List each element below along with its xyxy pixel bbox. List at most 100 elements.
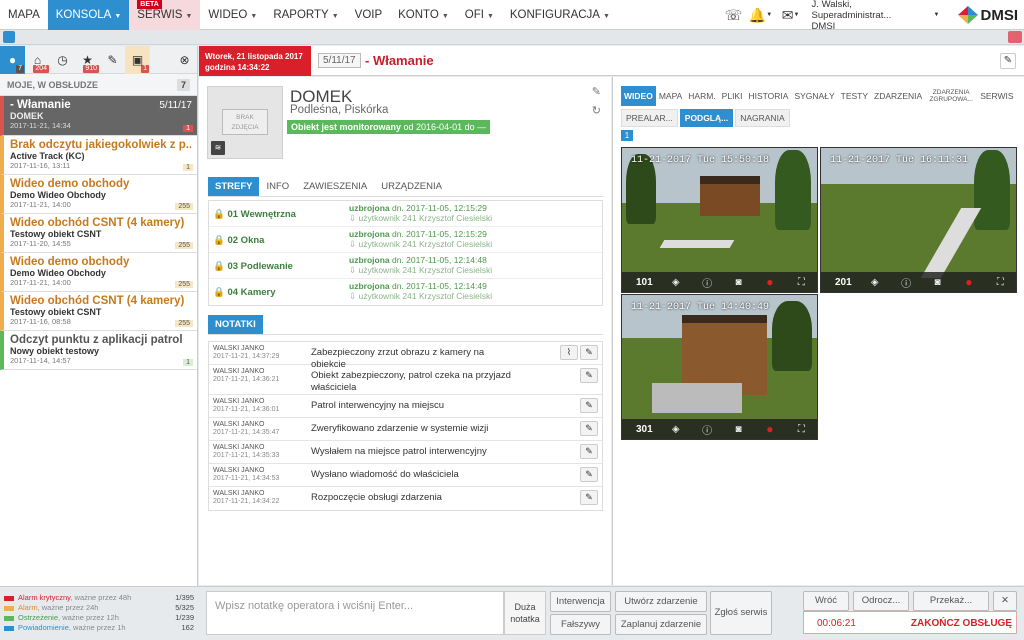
pencil-icon[interactable]: ✎ bbox=[580, 490, 598, 505]
falszywy-button[interactable]: Fałszywy bbox=[550, 614, 611, 635]
defer-button[interactable]: Odrocz... bbox=[853, 591, 909, 611]
nav-ofi[interactable]: OFI ▼ bbox=[457, 0, 502, 30]
pencil-icon[interactable]: ✎ bbox=[580, 444, 598, 459]
nav-konsola[interactable]: KONSOLA ▼ bbox=[47, 0, 130, 30]
mail-icon[interactable]: ✉ ▼ bbox=[776, 0, 806, 30]
pencil-icon[interactable]: ✎ bbox=[580, 398, 598, 413]
tab-zdarzenia[interactable]: ZDARZENIA bbox=[871, 86, 925, 106]
case-item[interactable]: Wideo obchód CSNT (4 kamery) Testowy obi… bbox=[0, 214, 197, 253]
info-icon[interactable]: ⓘ bbox=[890, 275, 921, 290]
fullscreen-icon[interactable]: ⛶ bbox=[985, 277, 1016, 288]
subtab-nagrania[interactable]: NAGRANIA bbox=[735, 109, 790, 127]
car-icon[interactable]: ▣ 1 bbox=[125, 46, 150, 74]
record-icon[interactable]: ● bbox=[953, 275, 984, 289]
bell-icon[interactable]: 🔔 ▼ bbox=[746, 0, 776, 30]
pencil-icon[interactable]: ✎ bbox=[580, 345, 598, 360]
pencil-icon[interactable]: ✎ bbox=[592, 85, 601, 98]
tab-historia[interactable]: HISTORIA bbox=[745, 86, 791, 106]
case-item[interactable]: Odczyt punktu z aplikacji patrol Nowy ob… bbox=[0, 331, 197, 370]
big-note-button[interactable]: Duża notatka bbox=[504, 591, 546, 635]
info-icon[interactable]: ⓘ bbox=[691, 422, 722, 437]
case-item[interactable]: - Włamanie 5/11/17 DOMEK 2017-11-21, 14:… bbox=[0, 96, 197, 136]
legend-value: 1/239 bbox=[175, 613, 194, 622]
user-icon[interactable]: ● 7 bbox=[0, 46, 25, 74]
nav-raporty[interactable]: RAPORTY ▼ bbox=[265, 0, 346, 30]
finish-handling-button[interactable]: 00:06:21 ZAKOŃCZ OBSŁUGĘ bbox=[803, 611, 1017, 634]
nav-label: KONTO bbox=[398, 8, 439, 21]
note-date: 2017-11-21, 14:34:22 bbox=[213, 498, 280, 505]
case-item[interactable]: Brak odczytu jakiegokolwiek z p... Activ… bbox=[0, 136, 197, 175]
wrench-icon[interactable]: ✎ bbox=[100, 46, 125, 74]
case-object: Nowy obiekt testowy bbox=[10, 346, 100, 356]
layers-icon[interactable]: ◈ bbox=[660, 424, 691, 435]
subtab-prealarm[interactable]: PREALAR... bbox=[621, 109, 678, 127]
nav-voip[interactable]: VOIP bbox=[347, 0, 390, 30]
camera-view[interactable]: 11-21-2017 Tue 16:11:31 201 ◈ ⓘ ◙ ● ⛶ bbox=[820, 147, 1017, 293]
phone-icon[interactable]: ☏ bbox=[722, 0, 746, 30]
chevron-down-icon[interactable]: ▼ bbox=[934, 12, 940, 18]
fullscreen-icon[interactable]: ⛶ bbox=[786, 424, 817, 435]
user-menu[interactable]: J. Walski, Superadministrat... DMSI bbox=[812, 0, 932, 32]
tab-zdarzenia-zgrupowane[interactable]: ZDARZENIA ZGRUPOWA... bbox=[925, 86, 977, 106]
case-item[interactable]: Wideo demo obchody Demo Wideo Obchody 20… bbox=[0, 253, 197, 292]
pencil-icon[interactable]: ✎ bbox=[580, 421, 598, 436]
tab-zawieszenia[interactable]: ZAWIESZENIA bbox=[296, 177, 374, 196]
camera-view[interactable]: 11-21-2017 Tue 14:40:49 301 ◈ ⓘ ◙ ● ⛶ bbox=[621, 294, 818, 440]
zone-state: uzbrojona dn. 2017-11-05, 12:14:49 ⇩ użyt… bbox=[349, 281, 493, 301]
alarm-legend: Alarm krytyczny, ważne przez 48h 1/395 Al… bbox=[4, 593, 194, 633]
transfer-button[interactable]: Przekaż... bbox=[913, 591, 989, 611]
case-item[interactable]: Wideo demo obchody Demo Wideo Obchody 20… bbox=[0, 175, 197, 214]
report-service-button[interactable]: Zgłoś serwis bbox=[710, 591, 772, 635]
record-icon[interactable]: ● bbox=[754, 422, 785, 436]
pencil-icon[interactable]: ✎ bbox=[580, 368, 598, 383]
page-number[interactable]: 1 bbox=[621, 130, 633, 141]
back-button[interactable]: Wróć bbox=[803, 591, 849, 611]
settings-icon[interactable]: ⊗ bbox=[172, 46, 197, 74]
close-icon[interactable]: ✕ bbox=[993, 591, 1017, 611]
refresh-icon[interactable]: ↻ bbox=[592, 104, 601, 117]
note-input[interactable]: Wpisz notatkę operatora i wciśnij Enter.… bbox=[206, 591, 504, 635]
tab-urzadzenia[interactable]: URZĄDZENIA bbox=[374, 177, 449, 196]
camera-view[interactable]: 11-21-2017 Tue 15:50:18 101 ◈ ⓘ ◙ ● ⛶ bbox=[621, 147, 818, 293]
subtab-podglad[interactable]: PODGLĄ... bbox=[679, 109, 734, 127]
camera-icon[interactable]: ◙ bbox=[723, 277, 754, 288]
home-icon[interactable]: ⌂ 204 bbox=[25, 46, 50, 74]
login-icon[interactable] bbox=[3, 31, 15, 43]
layers-icon[interactable]: ◈ bbox=[660, 277, 691, 288]
tab-notatki[interactable]: NOTATKI bbox=[208, 315, 263, 334]
clock-icon[interactable]: ◷ bbox=[50, 46, 75, 74]
note-date: 2017-11-21, 14:36:21 bbox=[213, 376, 280, 383]
interwencja-button[interactable]: Interwencja bbox=[550, 591, 611, 612]
camera-icon[interactable]: ◙ bbox=[723, 424, 754, 435]
logout-icon[interactable] bbox=[1008, 31, 1022, 43]
layers-icon[interactable]: ◈ bbox=[859, 277, 890, 288]
info-icon[interactable]: ⓘ bbox=[691, 275, 722, 290]
tab-serwis[interactable]: SERWIS bbox=[977, 86, 1016, 106]
case-item[interactable]: Wideo obchód CSNT (4 kamery) Testowy obi… bbox=[0, 292, 197, 331]
event-time: godzina 14:34:22 bbox=[205, 63, 270, 72]
pencil-icon[interactable]: ✎ bbox=[580, 467, 598, 482]
create-event-button[interactable]: Utwórz zdarzenie bbox=[615, 591, 707, 612]
tab-mapa[interactable]: MAPA bbox=[656, 86, 685, 106]
pencil-icon[interactable]: ✎ bbox=[1000, 53, 1016, 69]
paperclip-icon[interactable]: ⌇ bbox=[560, 345, 578, 360]
tab-info[interactable]: INFO bbox=[259, 177, 296, 196]
fullscreen-icon[interactable]: ⛶ bbox=[786, 277, 817, 288]
tab-strefy[interactable]: STREFY bbox=[208, 177, 260, 196]
note-text: Wysłałem na miejsce patrol interwencyjny bbox=[311, 446, 487, 457]
camera-icon[interactable]: ◙ bbox=[922, 277, 953, 288]
tab-harm[interactable]: HARM. bbox=[685, 86, 718, 106]
tab-sygnaly[interactable]: SYGNAŁY bbox=[791, 86, 837, 106]
video-tabs: WIDEO MAPA HARM. PLIKI HISTORIA SYGNAŁY … bbox=[621, 86, 1017, 106]
schedule-event-button[interactable]: Zaplanuj zdarzenie bbox=[615, 614, 707, 635]
nav-konto[interactable]: KONTO ▼ bbox=[390, 0, 457, 30]
nav-konfiguracja[interactable]: KONFIGURACJA ▼ bbox=[502, 0, 618, 30]
nav-wideo[interactable]: WIDEO ▼ bbox=[200, 0, 265, 30]
nav-serwis[interactable]: BETA SERWIS ▼ bbox=[129, 0, 201, 30]
record-icon[interactable]: ● bbox=[754, 275, 785, 289]
nav-mapa[interactable]: MAPA bbox=[0, 0, 48, 30]
tab-pliki[interactable]: PLIKI bbox=[719, 86, 746, 106]
star-icon[interactable]: ★ 910 bbox=[75, 46, 100, 74]
tab-wideo[interactable]: WIDEO bbox=[621, 86, 656, 106]
tab-testy[interactable]: TESTY bbox=[838, 86, 871, 106]
